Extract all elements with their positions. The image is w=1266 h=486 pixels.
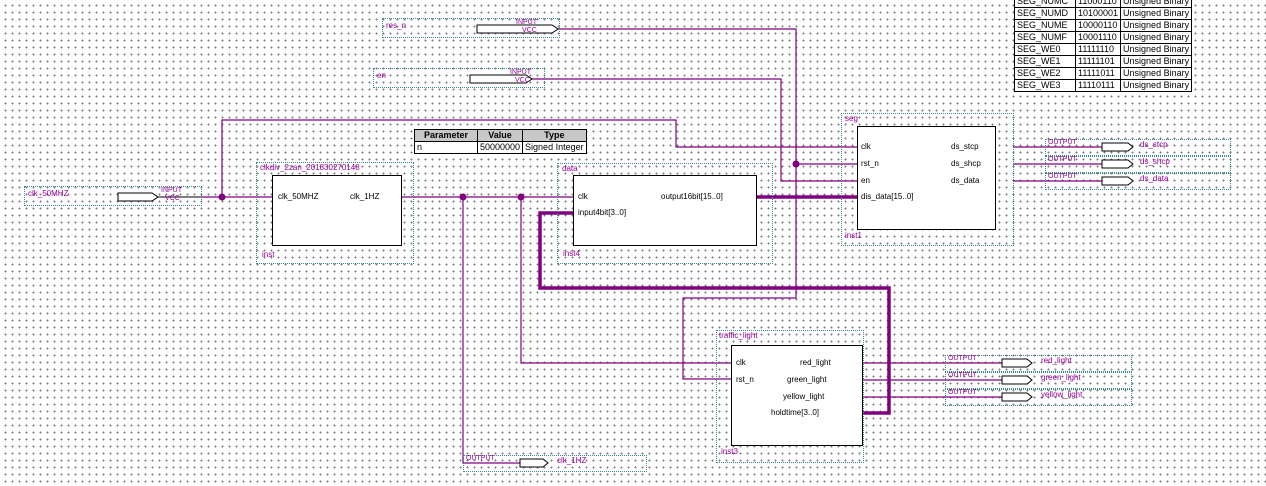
traffic-inst: inst3: [721, 447, 738, 456]
red-light-tag: OUTPUT: [948, 355, 977, 362]
table-row: SEG_WE3 11110111 Unsigned Binary: [1014, 79, 1193, 92]
seg-port-clk: clk: [861, 142, 871, 151]
seg-const-value: 11111011: [1074, 67, 1122, 80]
table-row: SEG_NUMD 10100001 Unsigned Binary: [1014, 7, 1193, 20]
table-row: SEG_WE2 11111011 Unsigned Binary: [1014, 67, 1193, 80]
traffic-title: traffic_light: [719, 331, 758, 340]
junction-clk50: [218, 193, 226, 201]
res-n-vcc: VCC: [522, 27, 537, 34]
clkdiv-port-in: clk_50MHZ: [278, 192, 319, 201]
seg-const-type: Unsigned Binary: [1120, 67, 1193, 80]
param-header-type: Type: [522, 129, 587, 142]
ds-shcp-tag: OUTPUT: [1048, 156, 1077, 163]
seg-port-rst: rst_n: [861, 159, 879, 168]
seg-const-type: Unsigned Binary: [1120, 7, 1193, 20]
traffic-out-green: green_light: [787, 375, 827, 384]
green-light-label: green_light: [1041, 373, 1081, 382]
data-inst: inst4: [563, 249, 580, 258]
junction-clk1hz-a: [459, 193, 467, 201]
seg-const-value: 10001110: [1074, 31, 1122, 44]
clkdiv-inst: inst: [262, 250, 275, 259]
wire-clk-1hz-out: [462, 197, 520, 464]
seg-const-name: SEG_NUMC: [1014, 0, 1076, 8]
param-header-value: Value: [476, 129, 524, 142]
seg-constant-table-body: SEG_NUMC 11000110 Unsigned Binary SEG_NUMD 1…: [1014, 0, 1193, 92]
clkdiv-title: clkdiv_2zan_201830270148: [260, 163, 360, 172]
traffic-out-holdtime: holdtime[3..0]: [771, 408, 820, 417]
seg-const-name: SEG_NUMD: [1014, 7, 1076, 20]
clk-50mhz-label: clk_50MHZ: [28, 189, 69, 198]
parameter-table: Parameter Value Type n 50000000 Signed I…: [414, 129, 587, 154]
data-port-clk: clk: [578, 192, 588, 201]
data-title: data: [562, 164, 578, 173]
yellow-light-label: yellow_light: [1041, 390, 1083, 399]
seg-const-value: 11110111: [1074, 79, 1122, 92]
seg-out-shcp: ds_shcp: [951, 159, 981, 168]
seg-inst: inst1: [845, 231, 862, 240]
table-row: SEG_NUMC 11000110 Unsigned Binary: [1014, 0, 1193, 8]
clk-vcc: VCC: [165, 195, 180, 202]
table-row: n 50000000 Signed Integer: [414, 141, 587, 154]
seg-const-name: SEG_WE1: [1014, 55, 1076, 68]
seg-const-name: SEG_NUME: [1014, 19, 1076, 32]
seg-constant-table-clip: SEG_NUMC 11000110 Unsigned Binary SEG_NUMD 1…: [1014, 0, 1222, 111]
param-value: 50000000: [476, 141, 524, 154]
en-vcc: VCC: [515, 77, 530, 84]
ds-stcp-tag: OUTPUT: [1048, 139, 1077, 146]
seg-const-type: Unsigned Binary: [1120, 79, 1193, 92]
yellow-light-tag: OUTPUT: [948, 389, 977, 396]
data-port-in: input4bit[3..0]: [578, 208, 627, 217]
param-type: Signed Integer: [522, 141, 587, 154]
seg-const-type: Unsigned Binary: [1120, 19, 1193, 32]
en-label: en: [377, 71, 386, 80]
seg-port-dis: dis_data[15..0]: [861, 192, 914, 201]
clk-1hz-label: clk_1HZ: [557, 456, 587, 465]
clkdiv-port-out: clk_1HZ: [350, 192, 380, 201]
ds-stcp-label: ds_stcp: [1140, 140, 1168, 149]
seg-constant-table: SEG_NUMC 11000110 Unsigned Binary SEG_NUMD 1…: [1014, 0, 1193, 92]
table-row: SEG_NUME 10000110 Unsigned Binary: [1014, 19, 1193, 32]
green-light-tag: OUTPUT: [948, 372, 977, 379]
table-row: SEG_NUMF 10001110 Unsigned Binary: [1014, 31, 1193, 44]
param-name: n: [414, 141, 478, 154]
traffic-out-red: red_light: [800, 358, 831, 367]
seg-out-stcp: ds_stcp: [951, 142, 979, 151]
junction-rst: [792, 160, 800, 168]
clk-1hz-tag: OUTPUT: [466, 455, 495, 462]
seg-const-name: SEG_WE0: [1014, 43, 1076, 56]
seg-const-value: 10000110: [1074, 19, 1122, 32]
ds-data-tag: OUTPUT: [1048, 173, 1077, 180]
seg-const-value: 11111101: [1074, 55, 1122, 68]
red-light-label: red_light: [1041, 356, 1072, 365]
traffic-port-clk: clk: [736, 358, 746, 367]
param-header-parameter: Parameter: [414, 129, 478, 142]
seg-title: seg: [845, 114, 858, 123]
ds-data-label: ds_data: [1140, 174, 1169, 183]
junction-clk1hz-b: [517, 193, 525, 201]
table-row: SEG_WE0 11111110 Unsigned Binary: [1014, 43, 1193, 56]
seg-const-value: 10100001: [1074, 7, 1122, 20]
seg-const-type: Unsigned Binary: [1120, 31, 1193, 44]
seg-const-type: Unsigned Binary: [1120, 55, 1193, 68]
res-n-label: res_n: [386, 21, 407, 30]
seg-const-type: Unsigned Binary: [1120, 43, 1193, 56]
clkdiv-body: [272, 175, 402, 246]
ds-shcp-label: ds_shcp: [1140, 157, 1170, 166]
data-port-out: output16bit[15..0]: [661, 192, 723, 201]
seg-const-name: SEG_NUMF: [1014, 31, 1076, 44]
traffic-out-yellow: yellow_light: [783, 392, 825, 401]
seg-const-value: 11111110: [1074, 43, 1122, 56]
seg-const-name: SEG_WE3: [1014, 79, 1076, 92]
traffic-port-rst: rst_n: [736, 375, 754, 384]
table-row: SEG_WE1 11111101 Unsigned Binary: [1014, 55, 1193, 68]
seg-const-value: 11000110: [1074, 0, 1122, 8]
seg-out-data: ds_data: [951, 176, 980, 185]
seg-const-name: SEG_WE2: [1014, 67, 1076, 80]
seg-const-type: Unsigned Binary: [1120, 0, 1193, 8]
seg-port-en: en: [861, 176, 870, 185]
